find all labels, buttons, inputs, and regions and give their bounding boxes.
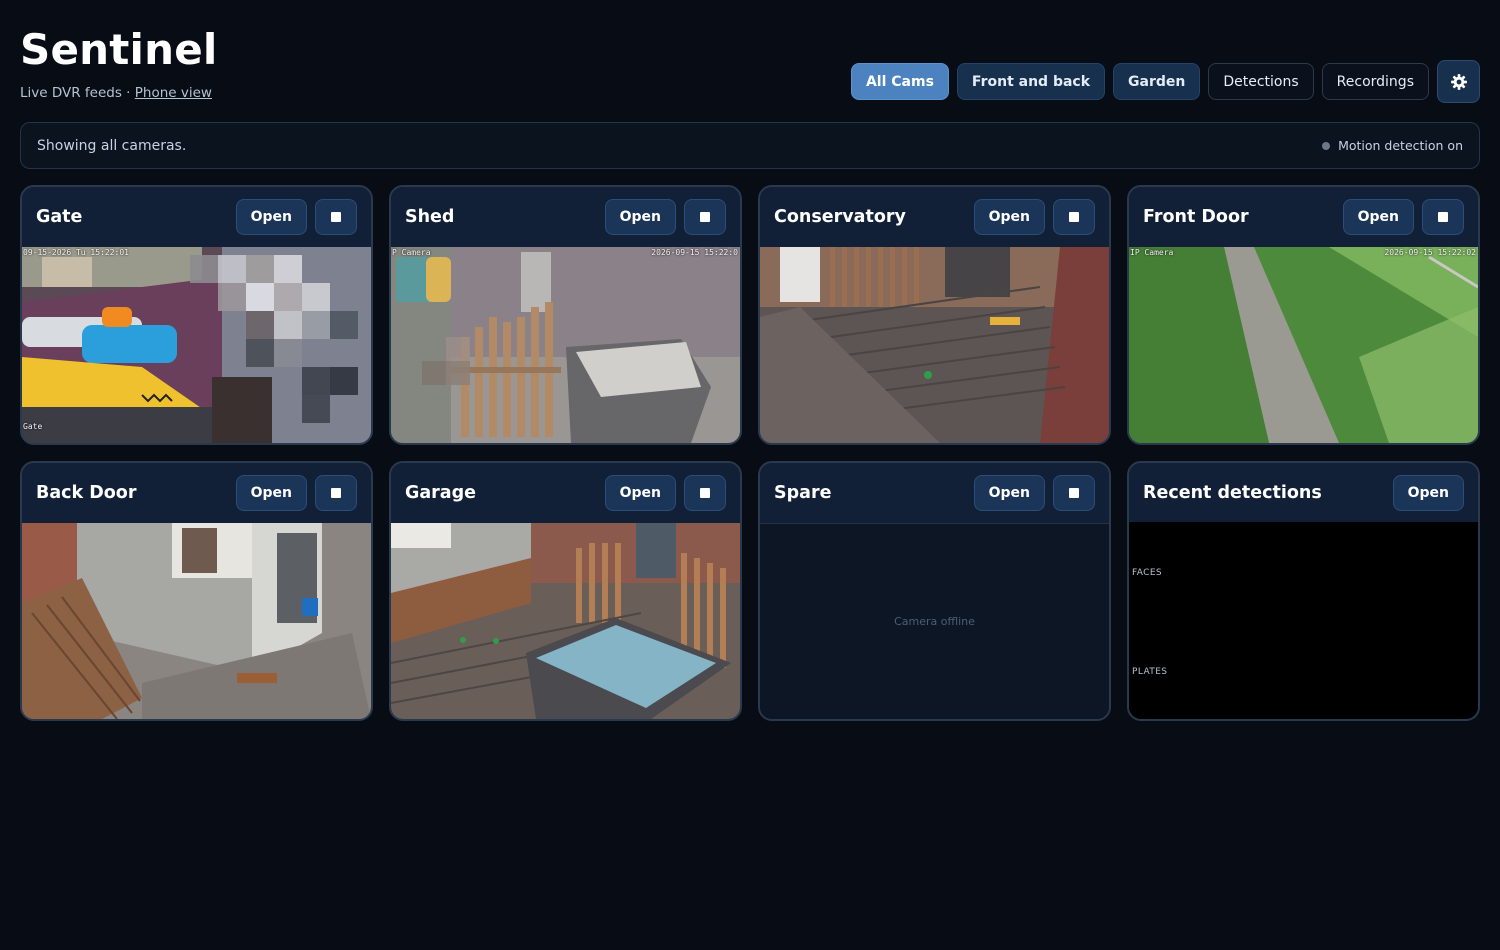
camera-tile-header: Shed Open (391, 187, 740, 247)
open-camera-button[interactable]: Open (1342, 199, 1414, 235)
camera-tile-header: Gate Open (22, 187, 371, 247)
stop-icon (331, 212, 341, 222)
camera-feed-front-door[interactable]: IP Camera 2026-09-15 15:22:02 (1129, 247, 1478, 443)
camera-tile-header: Conservatory Open (760, 187, 1109, 247)
motion-indicator-dot (1322, 141, 1331, 150)
stop-camera-button[interactable] (1053, 199, 1095, 235)
stop-camera-button[interactable] (315, 199, 357, 235)
brand: Sentinel Live DVR feeds · Phone view (20, 25, 218, 102)
subtitle-text: Live DVR feeds · (20, 85, 131, 101)
stop-icon (1438, 212, 1448, 222)
detections-content: FACES PLATES (1129, 522, 1478, 719)
stop-icon (700, 488, 710, 498)
phone-view-link[interactable]: Phone view (135, 85, 212, 101)
camera-osd-label: IP Camera (1130, 248, 1174, 257)
open-camera-button[interactable]: Open (604, 475, 676, 511)
recent-detections-panel: Recent detections Open FACES PLATES (1127, 461, 1480, 721)
stop-camera-button[interactable] (315, 475, 357, 511)
all-cams-button[interactable]: All Cams (850, 63, 949, 100)
camera-offline-placeholder: Camera offline (760, 523, 1109, 719)
open-detections-button[interactable]: Open (1392, 475, 1464, 511)
camera-feed-conservatory[interactable] (760, 247, 1109, 443)
stop-icon (1069, 212, 1079, 222)
camera-feed-gate[interactable]: 09-15-2026 Tu 15:22:01 Gate (22, 247, 371, 443)
motion-status: Motion detection on (1322, 138, 1463, 153)
top-nav: All Cams Front and back Garden Detection… (850, 60, 1480, 103)
camera-title: Garage (405, 483, 477, 503)
camera-tile-conservatory: Conservatory Open (758, 185, 1111, 445)
status-message: Showing all cameras. (37, 137, 187, 154)
stop-camera-button[interactable] (684, 475, 726, 511)
camera-tile-header: Spare Open (760, 463, 1109, 523)
camera-offline-label: Camera offline (894, 615, 975, 628)
camera-feed-shed[interactable]: P Camera 2026-09-15 15:22:0 (391, 247, 740, 443)
camera-title: Conservatory (774, 207, 906, 227)
camera-osd-label: P Camera (392, 248, 431, 257)
gear-icon (1450, 73, 1467, 90)
front-and-back-button[interactable]: Front and back (956, 63, 1106, 100)
camera-tile-front-door: Front Door Open IP Camera 2026-09-15 15:… (1127, 185, 1480, 445)
camera-title: Front Door (1143, 207, 1249, 227)
settings-button[interactable] (1437, 60, 1480, 103)
garden-button[interactable]: Garden (1113, 63, 1201, 100)
detections-title: Recent detections (1143, 483, 1322, 503)
camera-osd-label: Gate (23, 422, 43, 431)
camera-tile-shed: Shed Open P Camera 2026-09-15 15:22:0 (389, 185, 742, 445)
stop-icon (331, 488, 341, 498)
stop-camera-button[interactable] (1422, 199, 1464, 235)
camera-tile-spare: Spare Open Camera offline (758, 461, 1111, 721)
camera-title: Gate (36, 207, 83, 227)
camera-tile-garage: Garage Open (389, 461, 742, 721)
camera-tile-back-door: Back Door Open (20, 461, 373, 721)
camera-tile-header: Garage Open (391, 463, 740, 523)
open-camera-button[interactable]: Open (235, 475, 307, 511)
stop-icon (700, 212, 710, 222)
stop-icon (1069, 488, 1079, 498)
open-camera-button[interactable]: Open (604, 199, 676, 235)
stop-camera-button[interactable] (1053, 475, 1095, 511)
open-camera-button[interactable]: Open (235, 199, 307, 235)
app-subtitle: Live DVR feeds · Phone view (20, 85, 218, 101)
camera-title: Shed (405, 207, 455, 227)
camera-tile-header: Back Door Open (22, 463, 371, 523)
camera-tile-header: Front Door Open (1129, 187, 1478, 247)
camera-feed-back-door[interactable] (22, 523, 371, 719)
detections-header: Recent detections Open (1129, 463, 1478, 523)
app-title: Sentinel (20, 25, 218, 74)
camera-tile-gate: Gate Open 09-15-2026 Tu 15:22:01 Gate (20, 185, 373, 445)
status-bar: Showing all cameras. Motion detection on (20, 122, 1480, 169)
camera-timestamp: 09-15-2026 Tu 15:22:01 (23, 248, 129, 257)
faces-section-label: FACES (1132, 568, 1163, 578)
camera-title: Spare (774, 483, 832, 503)
recordings-button[interactable]: Recordings (1321, 63, 1429, 100)
camera-title: Back Door (36, 483, 137, 503)
plates-section-label: PLATES (1132, 667, 1168, 677)
camera-timestamp: 2026-09-15 15:22:02 (1384, 248, 1476, 257)
open-camera-button[interactable]: Open (973, 475, 1045, 511)
motion-status-label: Motion detection on (1338, 138, 1463, 153)
stop-camera-button[interactable] (684, 199, 726, 235)
detections-button[interactable]: Detections (1208, 63, 1314, 100)
camera-feed-garage[interactable] (391, 523, 740, 719)
open-camera-button[interactable]: Open (973, 199, 1045, 235)
camera-timestamp: 2026-09-15 15:22:0 (651, 248, 738, 257)
